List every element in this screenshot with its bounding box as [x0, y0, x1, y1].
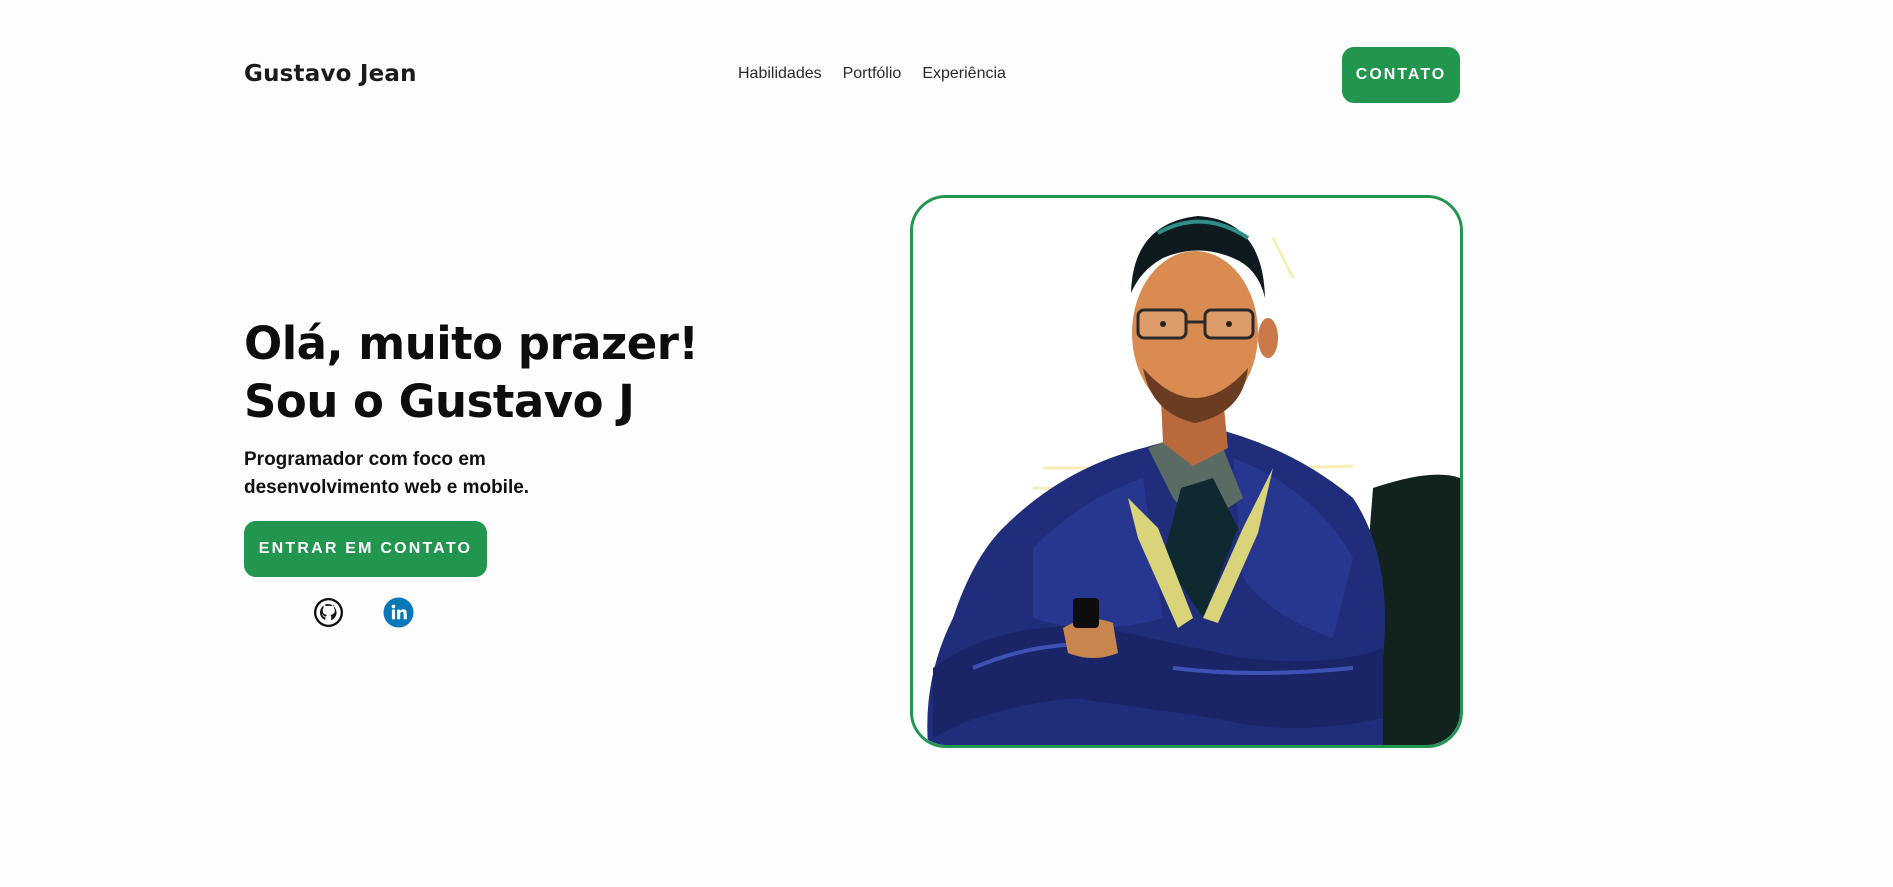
linkedin-icon[interactable] [383, 597, 414, 628]
hero-title: Olá, muito prazer! Sou o Gustavo J [244, 315, 699, 431]
get-in-touch-button[interactable]: ENTRAR EM CONTATO [244, 521, 487, 577]
hero-title-line-2: Sou o Gustavo J [244, 375, 635, 428]
nav-link-portfolio[interactable]: Portfólio [843, 65, 902, 83]
nav-link-experiencia[interactable]: Experiência [922, 65, 1006, 83]
profile-portrait [910, 195, 1463, 748]
site-header: Gustavo Jean Habilidades Portfólio Exper… [244, 47, 1460, 103]
portrait-illustration [913, 198, 1460, 745]
social-links [313, 597, 414, 628]
nav-link-habilidades[interactable]: Habilidades [738, 65, 822, 83]
hero-subtitle: Programador com foco em desenvolvimento … [244, 449, 530, 498]
brand-name[interactable]: Gustavo Jean [244, 61, 417, 87]
contact-button[interactable]: CONTATO [1342, 47, 1460, 103]
page: Gustavo Jean Habilidades Portfólio Exper… [0, 0, 1893, 887]
hero-title-line-1: Olá, muito prazer! [244, 317, 699, 370]
main-nav: Habilidades Portfólio Experiência [738, 65, 1006, 83]
github-icon[interactable] [313, 597, 344, 628]
